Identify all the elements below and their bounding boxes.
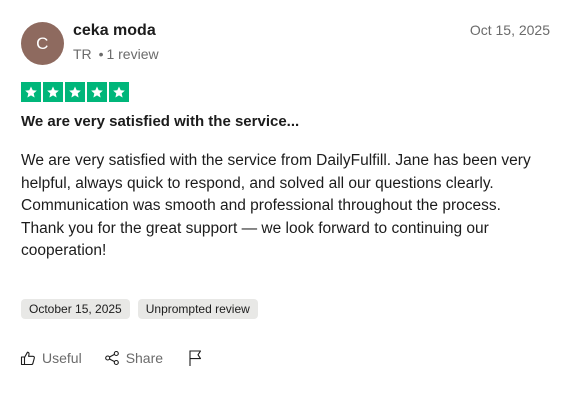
report-button[interactable] <box>187 349 203 367</box>
review-tags: October 15, 2025 Unprompted review <box>21 299 258 319</box>
useful-label: Useful <box>42 350 82 366</box>
review-type-tag[interactable]: Unprompted review <box>137 299 258 319</box>
reviewer-meta: TR • 1 review <box>73 46 159 62</box>
review-paragraph: Thank you for the great support — we loo… <box>21 219 489 260</box>
share-button[interactable]: Share <box>104 350 163 366</box>
flag-icon <box>189 350 202 366</box>
reviewer-country: TR <box>73 46 92 62</box>
thumbs-up-icon <box>20 351 35 366</box>
experience-date-tag: October 15, 2025 <box>21 299 130 319</box>
avatar[interactable]: C <box>21 22 64 65</box>
reviewer-review-count: 1 review <box>106 46 159 62</box>
review-body: We are very satisfied with the service f… <box>21 150 541 263</box>
share-label: Share <box>125 350 164 366</box>
meta-separator: • <box>98 46 104 62</box>
review-title[interactable]: We are very satisfied with the service..… <box>21 113 299 130</box>
reviewer-name[interactable]: ceka moda <box>73 22 156 40</box>
review-card: C ceka moda TR • 1 review Oct 15, 2025 We… <box>0 0 570 414</box>
star-icon <box>43 82 63 102</box>
star-icon <box>87 82 107 102</box>
share-icon <box>104 350 119 366</box>
star-rating <box>21 82 129 102</box>
review-date: Oct 15, 2025 <box>469 22 550 38</box>
star-icon <box>65 82 85 102</box>
star-icon <box>21 82 41 102</box>
review-actions: Useful Share <box>20 347 203 369</box>
useful-button[interactable]: Useful <box>20 350 82 366</box>
review-paragraph: We are very satisfied with the service f… <box>21 152 531 214</box>
star-icon <box>109 82 129 102</box>
